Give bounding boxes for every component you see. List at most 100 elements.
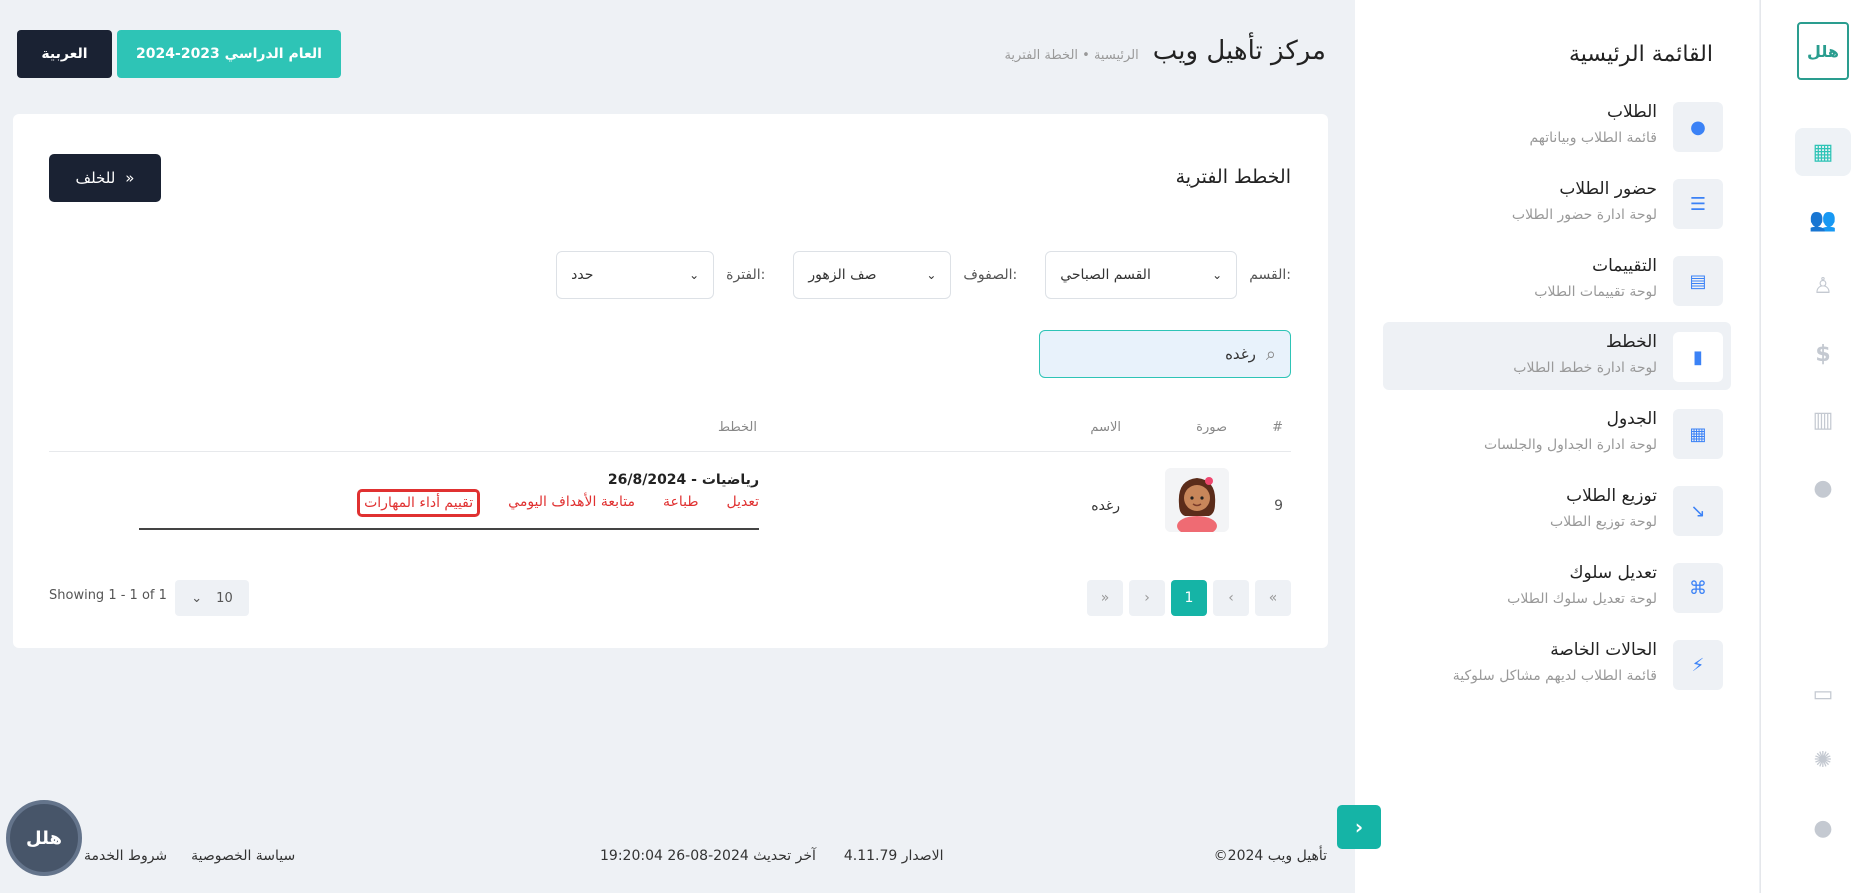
menu-item-title: الحالات الخاصة: [1550, 640, 1657, 660]
dollar-icon[interactable]: $: [1795, 330, 1851, 378]
grid-icon: ▦: [1673, 409, 1723, 459]
menu-item-title: توزيع الطلاب: [1566, 486, 1657, 506]
menu-item-distribution[interactable]: ↘ توزيع الطلاب لوحة توزيع الطلاب: [1383, 476, 1731, 544]
graduation-icon[interactable]: ♙: [1795, 262, 1851, 310]
plan-title: رياضيات - 26/8/2024: [607, 472, 759, 488]
menu-item-subtitle: قائمة الطلاب وبياناتهم: [1529, 130, 1657, 146]
menu-item-title: الجدول: [1606, 409, 1657, 429]
main-menu: القائمة الرئيسية ● الطلاب قائمة الطلاب و…: [1355, 0, 1759, 893]
column-plans: الخطط: [718, 420, 757, 435]
period-select[interactable]: حدد ⌄: [556, 251, 715, 299]
menu-item-subtitle: لوحة توزيع الطلاب: [1550, 514, 1657, 530]
class-select[interactable]: صف الزهور ⌄: [793, 251, 952, 299]
per-page-value: 10: [216, 590, 233, 606]
edit-link[interactable]: تعديل: [727, 494, 760, 517]
site-name: مركز تأهيل ويب: [1152, 36, 1326, 66]
section-value: القسم الصباحي: [1060, 267, 1151, 283]
section-label: القسم:: [1249, 267, 1291, 283]
avatar: [1165, 468, 1229, 532]
footer-links: سياسة الخصوصية شروط الخدمة: [84, 848, 295, 864]
layout-icon: ▤: [1673, 256, 1723, 306]
chevron-down-icon: ⌄: [926, 268, 937, 282]
showing-count: Showing 1 - 1 of 1: [49, 588, 167, 603]
bolt-icon: ⚡: [1673, 640, 1723, 690]
menu-item-students[interactable]: ● الطلاب قائمة الطلاب وبياناتهم: [1383, 92, 1731, 160]
menu-item-title: الطلاب: [1607, 102, 1657, 122]
copyright: ©2024 تأهيل ويب: [1213, 848, 1327, 864]
menu-item-schedule[interactable]: ▦ الجدول لوحة ادارة الجداول والجلسات: [1383, 399, 1731, 467]
menu-item-title: الخطط: [1606, 332, 1657, 352]
daily-goals-link[interactable]: متابعة الأهداف اليومي: [508, 494, 635, 517]
last-page-button[interactable]: »: [1087, 580, 1123, 616]
chevron-down-icon: ⌄: [689, 268, 700, 282]
menu-title: القائمة الرئيسية: [1568, 42, 1713, 67]
per-page-select[interactable]: ⌄ 10: [175, 580, 249, 616]
version: الاصدار 4.11.79: [843, 848, 944, 864]
menu-item-subtitle: لوحة تقييمات الطلاب: [1534, 284, 1657, 300]
user-icon[interactable]: ●: [1795, 804, 1851, 852]
prev-page-button[interactable]: ‹: [1213, 580, 1249, 616]
terms-link[interactable]: شروط الخدمة: [84, 848, 167, 864]
menu-item-special-cases[interactable]: ⚡ الحالات الخاصة قائمة الطلاب لديهم مشاك…: [1383, 630, 1731, 698]
class-label: الصفوف:: [963, 267, 1018, 283]
menu-item-attendance[interactable]: ☰ حضور الطلاب لوحة ادارة حضور الطلاب: [1383, 169, 1731, 237]
globe-icon[interactable]: ●: [1795, 464, 1851, 512]
building-icon[interactable]: ▥: [1795, 396, 1851, 444]
student-icon: ●: [1673, 102, 1723, 152]
version-info: الاصدار 4.11.79 آخر تحديث 2024-08-26 19:…: [600, 848, 944, 864]
chat-icon[interactable]: ▭: [1795, 670, 1851, 718]
table-header: # صورة الاسم الخطط: [49, 414, 1291, 452]
academic-year-button[interactable]: العام الدراسي 2023-2024: [117, 30, 341, 78]
breadcrumb-trail[interactable]: الرئيسية • الخطة الفترية: [1004, 48, 1138, 63]
column-photo: صورة: [1196, 420, 1227, 435]
plan-cell: رياضيات - 26/8/2024 تعديل طباعة متابعة ا…: [139, 466, 759, 530]
column-name: الاسم: [1090, 420, 1121, 435]
period-value: حدد: [571, 267, 594, 283]
list-icon: ☰: [1673, 179, 1723, 229]
pagination: « ‹ 1 › »: [1087, 580, 1291, 616]
next-page-button[interactable]: ›: [1129, 580, 1165, 616]
section-select[interactable]: القسم الصباحي ⌄: [1045, 251, 1238, 299]
back-button[interactable]: للخلف »: [49, 154, 161, 202]
dashboard-icon[interactable]: ▦: [1795, 128, 1851, 176]
filters-bar: القسم: القسم الصباحي ⌄ الصفوف: صف الزهور…: [528, 251, 1291, 299]
breadcrumb: مركز تأهيل ويب الرئيسية • الخطة الفترية: [1004, 36, 1326, 66]
chat-widget-button[interactable]: هلل: [6, 800, 82, 876]
chevron-down-icon: ⌄: [191, 590, 203, 606]
language-button[interactable]: العربية: [17, 30, 112, 78]
search-input[interactable]: ⌕ رغده: [1039, 330, 1291, 378]
app-logo[interactable]: هلل: [1797, 22, 1849, 80]
users-icon[interactable]: 👥: [1795, 196, 1851, 244]
first-page-button[interactable]: «: [1255, 580, 1291, 616]
plan-actions: تعديل طباعة متابعة الأهداف اليومي تقييم …: [357, 489, 760, 517]
chevron-down-icon: ⌄: [1212, 268, 1223, 282]
menu-item-behavior[interactable]: ⌘ تعديل سلوك لوحة تعديل سلوك الطلاب: [1383, 553, 1731, 621]
plans-card: الخطط الفترية للخلف » القسم: القسم الصبا…: [13, 114, 1328, 648]
chat-logo-text: هلل: [26, 827, 62, 849]
sidebar-toggle-button[interactable]: ›: [1337, 805, 1381, 849]
menu-item-subtitle: لوحة ادارة حضور الطلاب: [1511, 207, 1657, 223]
search-icon: ⌕: [1265, 343, 1276, 365]
menu-item-plans[interactable]: ▮ الخطط لوحة ادارة خطط الطلاب: [1383, 322, 1731, 390]
period-label: الفترة:: [726, 267, 766, 283]
page-button-current[interactable]: 1: [1171, 580, 1207, 616]
print-link[interactable]: طباعة: [663, 494, 699, 517]
menu-item-title: تعديل سلوك: [1569, 563, 1657, 583]
menu-item-title: التقييمات: [1592, 256, 1657, 276]
menu-item-title: حضور الطلاب: [1559, 179, 1657, 199]
skills-evaluation-link[interactable]: تقييم أداء المهارات: [357, 489, 481, 517]
row-number: 9: [1274, 498, 1283, 514]
menu-item-subtitle: لوحة ادارة الجداول والجلسات: [1483, 437, 1657, 453]
settings-icon[interactable]: ✺: [1795, 736, 1851, 784]
double-chevron-right-icon: »: [125, 169, 135, 187]
document-icon: ▮: [1673, 332, 1723, 382]
menu-item-evaluations[interactable]: ▤ التقييمات لوحة تقييمات الطلاب: [1383, 246, 1731, 314]
table-row: 9 رغده رياضيات - 26/8/2024 تعديل طباعة م…: [49, 466, 1291, 546]
distribute-icon: ↘: [1673, 486, 1723, 536]
privacy-link[interactable]: سياسة الخصوصية: [191, 848, 295, 864]
icon-rail: هلل ▦ 👥 ♙ $ ▥ ● ▭ ✺ ●: [1760, 0, 1872, 893]
search-value: رغده: [1225, 345, 1256, 363]
back-label: للخلف: [75, 169, 116, 187]
class-value: صف الزهور: [808, 267, 877, 283]
menu-item-subtitle: لوحة تعديل سلوك الطلاب: [1507, 591, 1657, 607]
